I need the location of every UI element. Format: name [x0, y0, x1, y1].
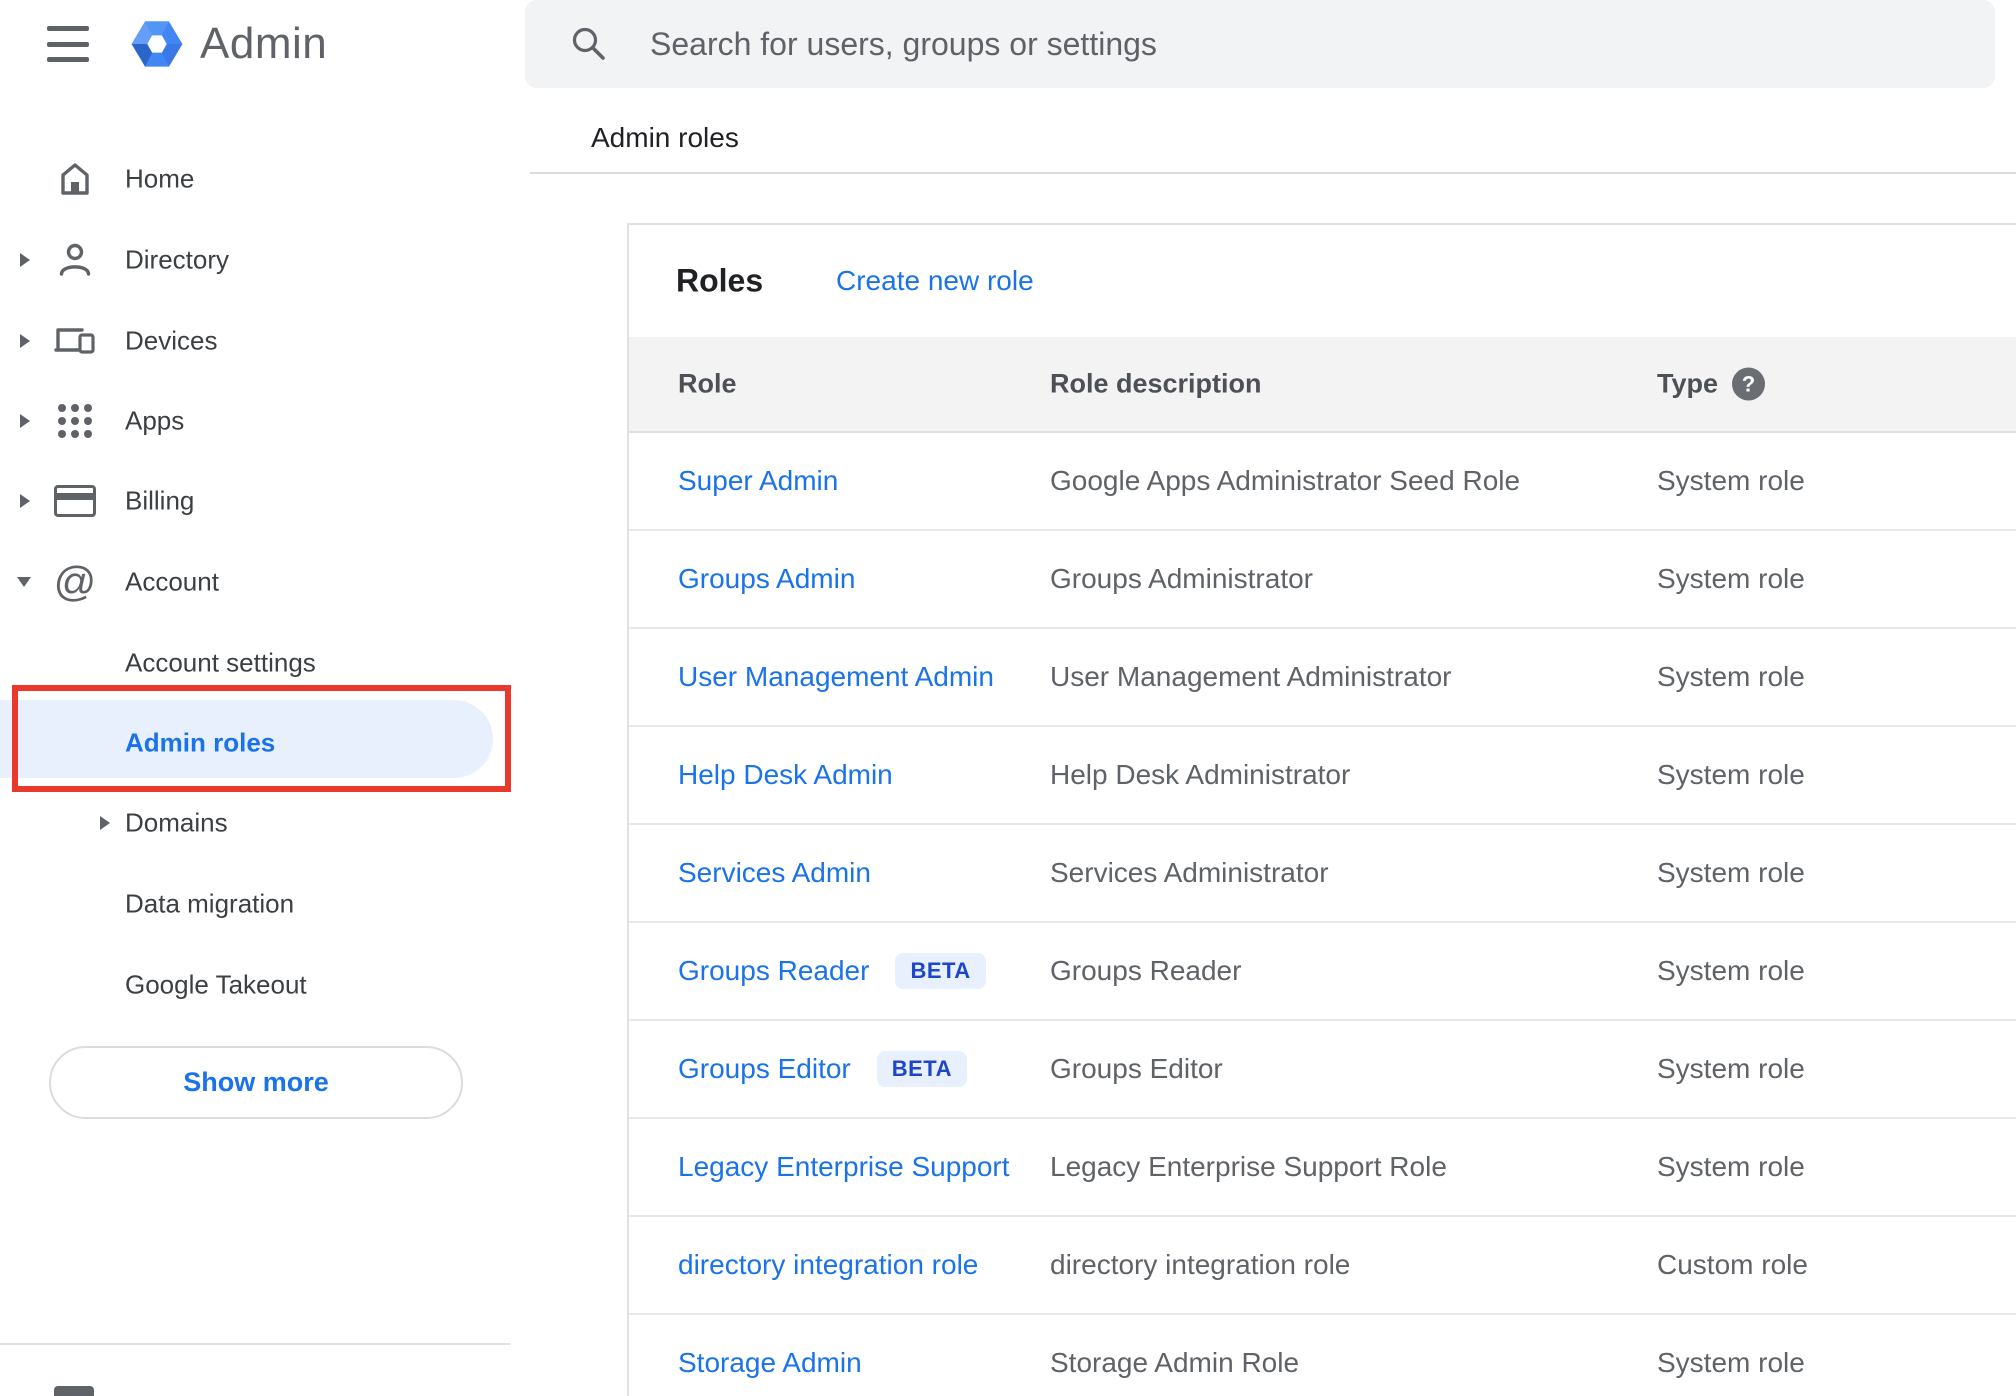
role-link[interactable]: Groups Editor — [678, 1053, 851, 1085]
role-description: User Management Administrator — [1050, 661, 1452, 692]
admin-console-screen: Admin Home Directory Devices Apps Billin… — [0, 0, 2016, 1396]
role-description: Groups Reader — [1050, 955, 1242, 986]
beta-badge: BETA — [876, 1051, 968, 1087]
column-header-role: Role — [678, 368, 737, 399]
sidebar-bottom-divider — [0, 1343, 510, 1345]
expand-caret-icon[interactable] — [100, 815, 110, 830]
sidebar-item-account[interactable]: @ Account — [0, 541, 535, 622]
role-type: System role — [1657, 661, 1805, 692]
sidebar-item-label: Apps — [125, 405, 185, 435]
expand-caret-icon[interactable] — [20, 493, 30, 508]
role-type: System role — [1657, 1151, 1805, 1182]
roles-panel-header: Roles Create new role — [629, 225, 2016, 337]
expand-caret-icon[interactable] — [20, 413, 30, 428]
sidebar: Admin Home Directory Devices Apps Billin… — [0, 0, 535, 1396]
role-description: Groups Editor — [1050, 1053, 1223, 1084]
role-link[interactable]: User Management Admin — [678, 661, 994, 693]
sidebar-item-label: Devices — [125, 325, 218, 355]
home-icon — [52, 156, 98, 202]
breadcrumb: Admin roles — [591, 122, 739, 153]
sidebar-item-label: Directory — [125, 244, 230, 274]
sidebar-item-admin-roles[interactable]: Admin roles — [0, 702, 535, 783]
role-type: Custom role — [1657, 1249, 1808, 1280]
at-sign-icon: @ — [53, 557, 97, 605]
show-more-button[interactable]: Show more — [49, 1046, 463, 1119]
sidebar-item-label: Data migration — [125, 888, 295, 918]
beta-badge: BETA — [895, 953, 986, 989]
sidebar-item-label: Account — [125, 566, 219, 596]
role-description: Services Administrator — [1050, 857, 1329, 888]
sidebar-item-label: Account settings — [125, 647, 316, 677]
role-type: System role — [1657, 857, 1805, 888]
search-icon — [572, 27, 605, 60]
sidebar-item-billing[interactable]: Billing — [0, 460, 535, 541]
role-link[interactable]: directory integration role — [678, 1249, 978, 1281]
table-row: Services Admin Services Administrator Sy… — [629, 825, 2016, 923]
role-type: System role — [1657, 1053, 1805, 1084]
admin-logo-icon — [131, 21, 183, 67]
breadcrumb-divider — [530, 172, 2016, 174]
column-header-description: Role description — [1050, 368, 1262, 399]
create-new-role-link[interactable]: Create new role — [836, 265, 1034, 297]
partial-bottom-icon — [54, 1386, 94, 1396]
sidebar-item-label: Google Takeout — [125, 969, 307, 999]
brand: Admin — [130, 17, 327, 71]
devices-icon — [52, 318, 98, 364]
person-icon — [52, 237, 98, 283]
roles-panel: Roles Create new role Role Role descript… — [627, 223, 2016, 1396]
role-link[interactable]: Help Desk Admin — [678, 759, 893, 791]
search-placeholder: Search for users, groups or settings — [650, 25, 1157, 62]
role-link[interactable]: Super Admin — [678, 465, 838, 497]
role-description: Help Desk Administrator — [1050, 759, 1351, 790]
table-row: Storage Admin Storage Admin Role System … — [629, 1315, 2016, 1396]
table-row: Legacy Enterprise Support Legacy Enterpr… — [629, 1119, 2016, 1217]
role-type: System role — [1657, 955, 1805, 986]
sidebar-item-label: Home — [125, 163, 195, 193]
sidebar-item-label: Billing — [125, 485, 195, 515]
brand-title: Admin — [200, 19, 328, 68]
role-description: Groups Administrator — [1050, 563, 1313, 594]
role-description: directory integration role — [1050, 1249, 1351, 1280]
expand-caret-icon[interactable] — [20, 333, 30, 348]
role-link[interactable]: Services Admin — [678, 857, 871, 889]
sidebar-item-google-takeout[interactable]: Google Takeout — [0, 944, 535, 1025]
table-row: Groups Admin Groups Administrator System… — [629, 531, 2016, 629]
role-link[interactable]: Storage Admin — [678, 1347, 862, 1379]
table-row: User Management Admin User Management Ad… — [629, 629, 2016, 727]
sidebar-item-domains[interactable]: Domains — [0, 782, 535, 863]
column-header-type: Type — [1657, 368, 1719, 399]
role-type: System role — [1657, 465, 1805, 496]
sidebar-item-devices[interactable]: Devices — [0, 300, 535, 381]
billing-card-icon — [52, 478, 98, 524]
page-title: Roles — [676, 262, 764, 299]
table-row: Groups Editor BETA Groups Editor System r… — [629, 1021, 2016, 1119]
sidebar-item-home[interactable]: Home — [0, 138, 535, 219]
sidebar-item-label: Admin roles — [125, 727, 276, 757]
sidebar-item-apps[interactable]: Apps — [0, 380, 535, 461]
role-description: Storage Admin Role — [1050, 1347, 1300, 1378]
role-type: System role — [1657, 759, 1805, 790]
role-type: System role — [1657, 563, 1805, 594]
role-link[interactable]: Groups Reader — [678, 955, 869, 987]
role-description: Legacy Enterprise Support Role — [1050, 1151, 1447, 1182]
expand-caret-icon[interactable] — [20, 252, 30, 267]
sidebar-item-account-settings[interactable]: Account settings — [0, 622, 535, 703]
sidebar-item-directory[interactable]: Directory — [0, 219, 535, 300]
table-row: Groups Reader BETA Groups Reader System r… — [629, 923, 2016, 1021]
search-bar[interactable]: Search for users, groups or settings — [525, 0, 1995, 88]
table-row: directory integration role directory int… — [629, 1217, 2016, 1315]
sidebar-item-label: Domains — [125, 807, 228, 837]
menu-hamburger-icon[interactable] — [47, 24, 89, 64]
role-type: System role — [1657, 1347, 1805, 1378]
apps-grid-icon — [52, 398, 98, 444]
table-row: Help Desk Admin Help Desk Administrator … — [629, 727, 2016, 825]
role-link[interactable]: Groups Admin — [678, 563, 855, 595]
collapse-caret-icon[interactable] — [17, 576, 31, 587]
table-row: Super Admin Google Apps Administrator Se… — [629, 433, 2016, 531]
role-link[interactable]: Legacy Enterprise Support — [678, 1151, 1010, 1183]
role-description: Google Apps Administrator Seed Role — [1050, 465, 1521, 496]
help-icon[interactable]: ? — [1732, 367, 1765, 401]
table-header-row: Role Role description Type ? — [629, 337, 2016, 433]
sidebar-item-data-migration[interactable]: Data migration — [0, 863, 535, 944]
